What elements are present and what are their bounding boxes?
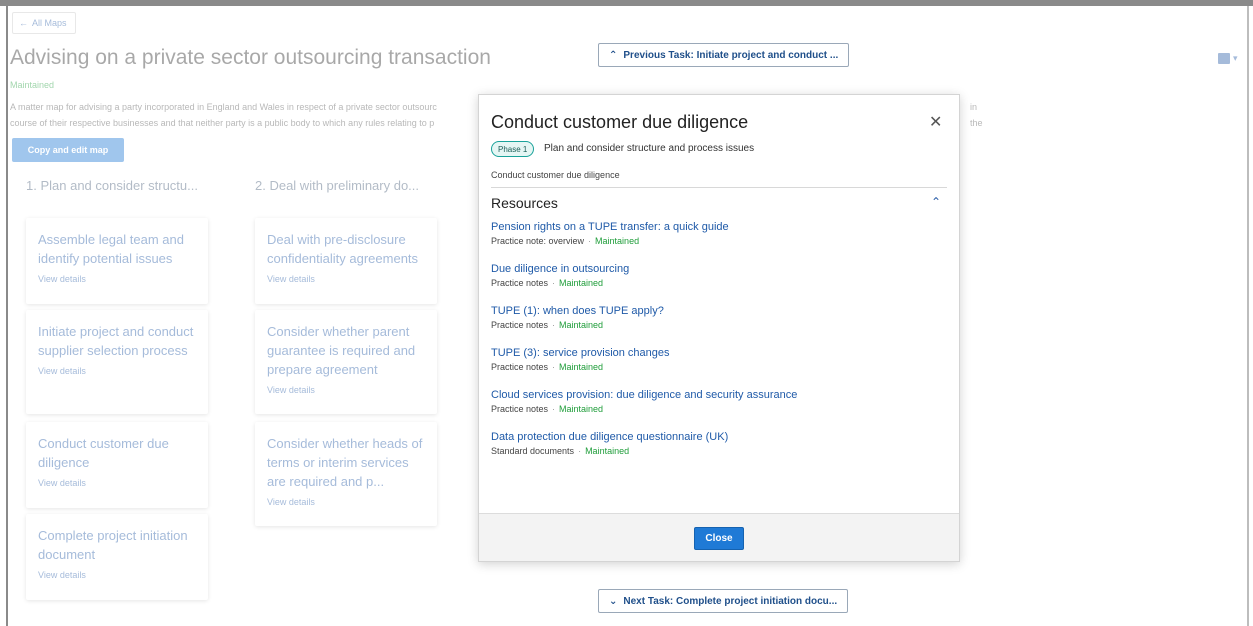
modal-title: Conduct customer due diligence <box>491 112 749 132</box>
task-card[interactable]: Complete project initiation document Vie… <box>26 514 208 600</box>
separator-dot: · <box>588 236 592 246</box>
resource-link[interactable]: TUPE (1): when does TUPE apply? <box>491 305 941 317</box>
layout-icon <box>1218 52 1230 64</box>
resource-type: Standard documents <box>491 446 575 456</box>
task-card[interactable]: Deal with pre-disclosure confidentiality… <box>255 218 437 304</box>
resource-meta: Standard documents · Maintained <box>491 446 941 456</box>
phase-badge: Phase 1 <box>491 141 535 157</box>
resource-item: TUPE (1): when does TUPE apply? Practice… <box>491 305 941 347</box>
chevron-down-icon: ⌄ <box>609 595 618 607</box>
resource-item: TUPE (3): service provision changes Prac… <box>491 347 941 389</box>
task-card-title: Deal with pre-disclosure confidentiality… <box>267 232 419 266</box>
page-title: Advising on a private sector outsourcing… <box>10 46 491 69</box>
resource-type: Practice notes <box>491 278 549 288</box>
resource-meta: Practice note: overview · Maintained <box>491 236 941 246</box>
task-details-modal: Conduct customer due diligence ✕ Phase 1… <box>478 94 960 562</box>
all-maps-label: All Maps <box>32 18 67 28</box>
phase-name: Plan and consider structure and process … <box>544 143 755 154</box>
column-heading-2: 2. Deal with preliminary do... <box>255 178 420 193</box>
column-heading-1: 1. Plan and consider structu... <box>26 178 198 193</box>
arrow-left-icon: ← <box>19 18 28 28</box>
resource-item: Pension rights on a TUPE transfer: a qui… <box>491 221 941 263</box>
resource-status: Maintained <box>559 320 604 330</box>
view-details-link[interactable]: View details <box>267 385 425 395</box>
resource-type: Practice notes <box>491 320 549 330</box>
task-card-title: Initiate project and conduct supplier se… <box>38 324 194 358</box>
task-card-title: Conduct customer due diligence <box>38 436 169 470</box>
task-card-title: Consider whether parent guarantee is req… <box>267 324 416 377</box>
resource-meta: Practice notes · Maintained <box>491 362 941 372</box>
resource-link[interactable]: TUPE (3): service provision changes <box>491 347 941 359</box>
divider <box>491 187 947 188</box>
resource-meta: Practice notes · Maintained <box>491 278 941 288</box>
resource-meta: Practice notes · Maintained <box>491 404 941 414</box>
view-details-link[interactable]: View details <box>38 366 196 376</box>
resource-meta: Practice notes · Maintained <box>491 320 941 330</box>
resource-type: Practice notes <box>491 362 549 372</box>
separator-dot: · <box>552 362 556 372</box>
description-line1-tail: in the <box>970 102 983 128</box>
resource-item: Cloud services provision: due diligence … <box>491 389 941 431</box>
task-card[interactable]: Consider whether heads of terms or inter… <box>255 422 437 526</box>
task-card-title: Consider whether heads of terms or inter… <box>267 436 423 489</box>
layout-menu-button[interactable]: ▾ <box>1218 51 1246 65</box>
task-card[interactable]: Consider whether parent guarantee is req… <box>255 310 437 414</box>
task-subtitle: Conduct customer due diligence <box>491 170 620 180</box>
resource-item: Due diligence in outsourcing Practice no… <box>491 263 941 305</box>
close-icon[interactable]: ✕ <box>929 112 942 132</box>
view-details-link[interactable]: View details <box>267 274 425 284</box>
previous-task-button[interactable]: ⌃ Previous Task: Initiate project and co… <box>598 43 850 67</box>
description-line1: A matter map for advising a party incorp… <box>10 102 437 112</box>
view-details-link[interactable]: View details <box>38 570 196 580</box>
chevron-up-icon: ⌃ <box>609 49 618 61</box>
separator-dot: · <box>552 278 556 288</box>
resource-status: Maintained <box>559 404 604 414</box>
description-line2: course of their respective businesses an… <box>10 118 435 128</box>
map-status: Maintained <box>10 80 55 90</box>
task-card-title: Assemble legal team and identify potenti… <box>38 232 184 266</box>
resource-status: Maintained <box>595 236 640 246</box>
resource-item: Data protection due diligence questionna… <box>491 431 941 473</box>
resource-type: Practice note: overview <box>491 236 585 246</box>
resource-type: Practice notes <box>491 404 549 414</box>
separator-dot: · <box>552 404 556 414</box>
separator-dot: · <box>552 320 556 330</box>
view-details-link[interactable]: View details <box>38 274 196 284</box>
copy-and-edit-map-button[interactable]: Copy and edit map <box>12 138 124 162</box>
separator-dot: · <box>578 446 582 456</box>
view-details-link[interactable]: View details <box>38 478 196 488</box>
modal-footer: Close <box>479 513 959 561</box>
resource-link[interactable]: Data protection due diligence questionna… <box>491 431 941 443</box>
task-card-title: Complete project initiation document <box>38 528 188 562</box>
chevron-down-icon: ▾ <box>1233 52 1238 63</box>
resources-heading: Resources <box>491 195 558 211</box>
close-button[interactable]: Close <box>694 527 744 550</box>
view-details-link[interactable]: View details <box>267 497 425 507</box>
resource-link[interactable]: Cloud services provision: due diligence … <box>491 389 941 401</box>
next-task-button[interactable]: ⌄ Next Task: Complete project initiation… <box>598 589 849 613</box>
all-maps-button[interactable]: ← All Maps <box>12 12 76 34</box>
resource-link[interactable]: Due diligence in outsourcing <box>491 263 941 275</box>
task-card[interactable]: Conduct customer due diligence View deta… <box>26 422 208 508</box>
task-card[interactable]: Initiate project and conduct supplier se… <box>26 310 208 414</box>
resources-list: Pension rights on a TUPE transfer: a qui… <box>491 221 941 473</box>
resource-link[interactable]: Pension rights on a TUPE transfer: a qui… <box>491 221 941 233</box>
resource-status: Maintained <box>559 362 604 372</box>
next-task-label: Next Task: Complete project initiation d… <box>623 595 838 607</box>
window-frame-right <box>1247 6 1249 626</box>
resource-status: Maintained <box>585 446 630 456</box>
previous-task-label: Previous Task: Initiate project and cond… <box>623 49 839 61</box>
resource-status: Maintained <box>559 278 604 288</box>
collapse-resources-chevron-up-icon[interactable]: ⌃ <box>931 195 941 209</box>
task-card[interactable]: Assemble legal team and identify potenti… <box>26 218 208 304</box>
